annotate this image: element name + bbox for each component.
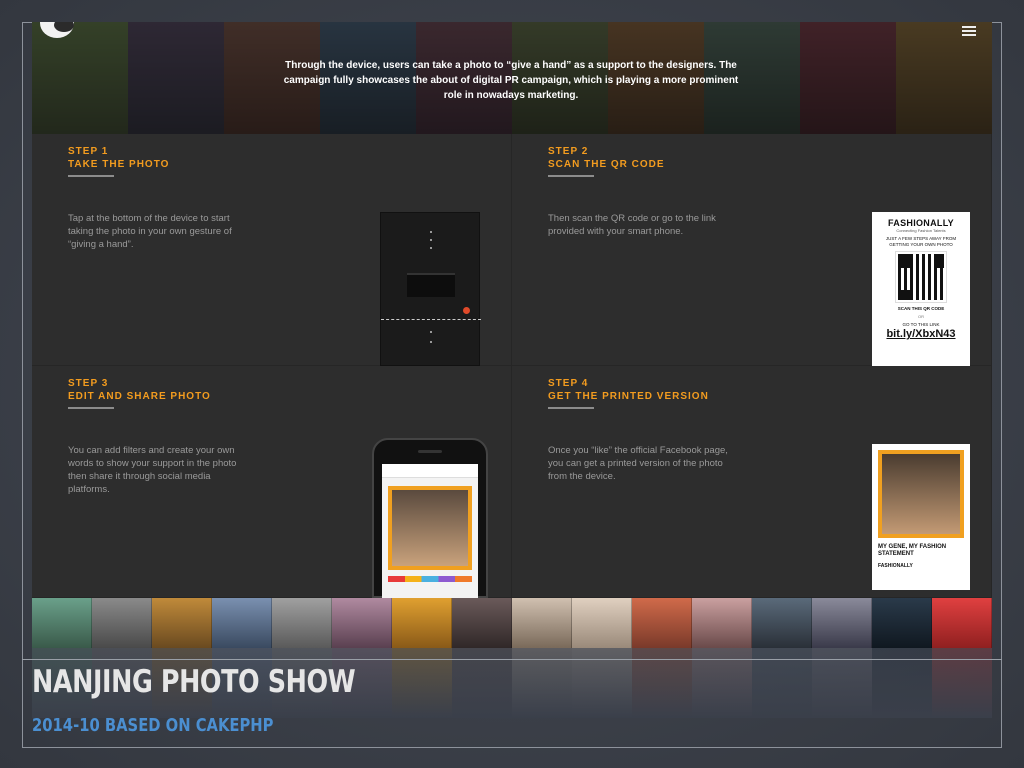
shutter-button-image — [463, 307, 470, 314]
step-4-panel: STEP 4 GET THE PRINTED VERSION Once you … — [512, 366, 992, 598]
slide-title: NANJING PHOTO SHOW — [32, 664, 356, 700]
step-number: STEP 2 — [548, 146, 589, 157]
hamburger-menu-icon[interactable] — [962, 26, 976, 36]
step-title: EDIT AND SHARE PHOTO — [68, 391, 211, 402]
step-number: STEP 4 — [548, 378, 589, 389]
step-description: You can add filters and create your own … — [68, 445, 237, 495]
step-number: STEP 3 — [68, 378, 109, 389]
poster-or-label: OR — [918, 314, 924, 319]
step-2-panel: STEP 2 SCAN THE QR CODE Then scan the QR… — [512, 134, 992, 366]
qr-code-icon — [895, 251, 947, 303]
step-description: Then scan the QR code or go to the link … — [548, 213, 716, 237]
step-divider — [68, 175, 114, 177]
qr-poster-image: FASHIONALLY Connecting Fashion Talents J… — [872, 212, 970, 366]
hero-description: Through the device, users can take a pho… — [283, 60, 739, 101]
step-1-panel: STEP 1 TAKE THE PHOTO Tap at the bottom … — [32, 134, 512, 366]
poster-goto-label: GO TO THIS LINK — [902, 322, 940, 327]
poster-brand-sub: Connecting Fashion Talents — [896, 228, 946, 233]
photo-strip — [32, 598, 992, 648]
poster-link: bit.ly/XbxN43 — [886, 328, 956, 340]
step-title: GET THE PRINTED VERSION — [548, 391, 709, 402]
print-brand: FASHIONALLY — [878, 563, 913, 569]
step-title: TAKE THE PHOTO — [68, 159, 170, 170]
print-headline: MY GENE, MY FASHION STATEMENT — [878, 544, 947, 557]
printed-photo-image: MY GENE, MY FASHION STATEMENT FASHIONALL… — [872, 444, 970, 590]
step-divider — [548, 175, 594, 177]
step-number: STEP 1 — [68, 146, 109, 157]
website-screenshot: Through the device, users can take a pho… — [32, 22, 992, 648]
step-divider — [68, 407, 114, 409]
hero-banner: Through the device, users can take a pho… — [32, 22, 992, 134]
step-3-panel: STEP 3 EDIT AND SHARE PHOTO You can add … — [32, 366, 512, 600]
edited-photo-image — [388, 486, 472, 570]
poster-brand: FASHIONALLY — [888, 218, 954, 228]
slide-subtitle: 2014-10 BASED ON CAKEPHP — [32, 715, 274, 736]
smartphone-image — [372, 438, 488, 600]
poster-instructions: JUST A FEW STEPS AWAY FROM GETTING YOUR … — [885, 236, 957, 247]
step-description: Tap at the bottom of the device to start… — [68, 213, 232, 250]
step-title: SCAN THE QR CODE — [548, 159, 665, 170]
step-description: Once you “like” the official Facebook pa… — [548, 445, 728, 482]
poster-scan-label: SCAN THIS QR CODE — [897, 306, 945, 311]
steps-grid: STEP 1 TAKE THE PHOTO Tap at the bottom … — [32, 134, 992, 600]
step-divider — [548, 407, 594, 409]
caption-divider — [22, 659, 1002, 660]
photo-device-image — [380, 212, 481, 366]
filter-swatches — [388, 576, 472, 582]
